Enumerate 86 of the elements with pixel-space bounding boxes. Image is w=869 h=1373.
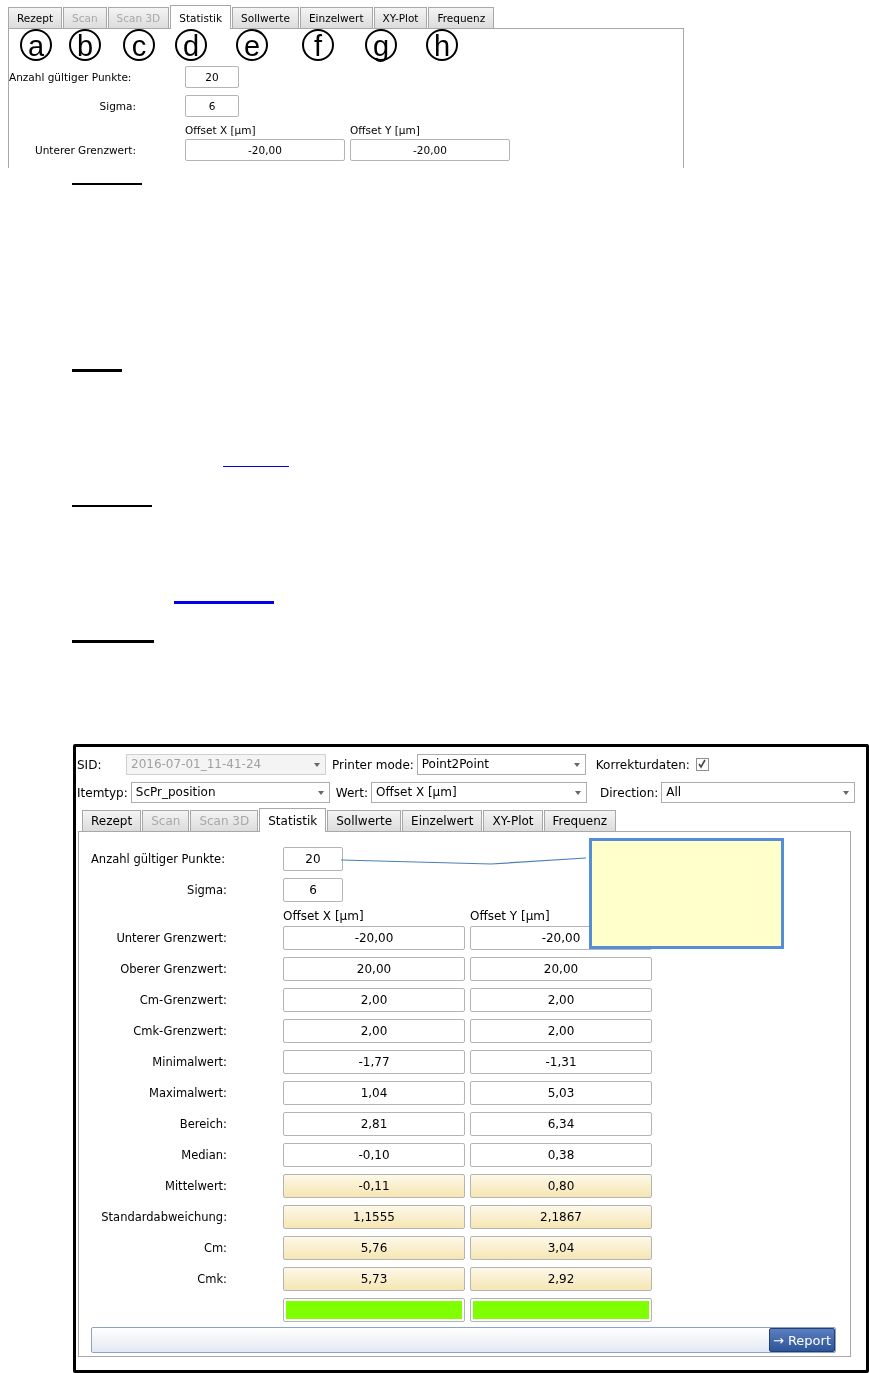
callout-letter: e xyxy=(236,29,268,61)
callout-letter: h xyxy=(426,29,458,61)
tab[interactable]: Einzelwert xyxy=(402,810,483,831)
result-field: 2,1867 xyxy=(470,1205,652,1229)
field-label: Anzahl gültiger Punkte: xyxy=(9,71,133,83)
input-field[interactable]: -0,10 xyxy=(283,1143,465,1167)
field-label: Oberer Grenzwert: xyxy=(119,962,228,976)
caret-icon xyxy=(843,791,850,795)
input-field[interactable]: -1,31 xyxy=(470,1050,652,1074)
callout-letter: d xyxy=(175,29,207,61)
column-header: Offset X [µm] xyxy=(283,909,365,923)
input-field[interactable]: 2,00 xyxy=(283,988,465,1012)
input-field[interactable]: 6,34 xyxy=(470,1112,652,1136)
input-field[interactable]: 20,00 xyxy=(283,957,465,981)
input-field[interactable]: 0,38 xyxy=(470,1143,652,1167)
input-field[interactable]: 20,00 xyxy=(470,957,652,981)
tab[interactable]: Sollwerte xyxy=(327,810,402,831)
field-label: Unterer Grenzwert: xyxy=(34,144,137,156)
field-label: Mittelwert: xyxy=(164,1179,228,1193)
field-label: Cm-Grenzwert: xyxy=(138,993,228,1007)
callout-letter: f xyxy=(302,29,334,61)
input-field[interactable]: 5,03 xyxy=(470,1081,652,1105)
field-label: Cm: xyxy=(202,1241,228,1255)
result-field: 5,76 xyxy=(283,1236,465,1260)
field-label: Unterer Grenzwert: xyxy=(115,931,228,945)
input-field[interactable]: 20 xyxy=(185,66,239,88)
caret-icon xyxy=(575,791,582,795)
tab[interactable]: XY-Plot xyxy=(483,810,543,831)
input-field[interactable]: 2,00 xyxy=(470,988,652,1012)
dropdown[interactable]: Point2Point xyxy=(416,754,586,775)
field-label: Anzahl gültiger Punkte: xyxy=(90,852,227,866)
field-label: SID: xyxy=(77,757,103,772)
input-field[interactable]: 6 xyxy=(185,95,239,117)
result-field: 3,04 xyxy=(470,1236,652,1260)
tab[interactable]: Frequenz xyxy=(428,7,495,28)
field-label: Korrekturdaten: xyxy=(595,757,690,772)
caret-icon xyxy=(314,763,320,767)
input-field[interactable]: 2,00 xyxy=(283,1019,465,1043)
callout-letter: b xyxy=(69,29,101,61)
column-header: Offset Y [µm] xyxy=(350,124,421,136)
result-field: 1,1555 xyxy=(283,1205,465,1229)
caret-icon xyxy=(317,791,324,795)
field-label: Cmk: xyxy=(196,1272,228,1286)
tab[interactable]: Rezept xyxy=(82,810,142,831)
input-field[interactable]: -20,00 xyxy=(185,139,345,161)
field-label: Minimalwert: xyxy=(151,1055,228,1069)
caret-icon xyxy=(573,763,580,767)
tab[interactable]: Statistik xyxy=(259,808,327,832)
input-field[interactable]: -20,00 xyxy=(350,139,510,161)
callout-letter: c xyxy=(123,29,155,61)
field-label: Sigma: xyxy=(98,100,137,112)
field-label: Median: xyxy=(180,1148,228,1162)
field-label: Wert: xyxy=(335,785,369,800)
input-field[interactable]: 6 xyxy=(283,878,343,902)
report-button[interactable]: → Report xyxy=(768,1328,835,1352)
field-label: Standardabweichung: xyxy=(100,1210,228,1224)
result-field: -0,11 xyxy=(283,1174,465,1198)
tab[interactable]: Sollwerte xyxy=(232,7,299,28)
input-field[interactable]: 2,81 xyxy=(283,1112,465,1136)
input-field[interactable]: -1,77 xyxy=(283,1050,465,1074)
result-field: 2,92 xyxy=(470,1267,652,1291)
dropdown[interactable]: ScPr_position xyxy=(130,782,330,803)
tab[interactable]: Frequenz xyxy=(543,810,617,831)
field-label: Sigma: xyxy=(186,883,228,897)
tab[interactable]: Einzelwert xyxy=(299,7,373,28)
field-label: Maximalwert: xyxy=(148,1086,228,1100)
result-field: 5,73 xyxy=(283,1267,465,1291)
tab[interactable]: XY-Plot xyxy=(373,7,428,28)
input-field[interactable]: -20,00 xyxy=(283,926,465,950)
field-label: Cmk-Grenzwert: xyxy=(132,1024,228,1038)
field-label: Direction: xyxy=(600,785,659,800)
field-label: Itemtyp: xyxy=(77,785,128,800)
tab[interactable]: Rezept xyxy=(8,7,63,28)
input-field[interactable]: 2,00 xyxy=(470,1019,652,1043)
result-field: 0,80 xyxy=(470,1174,652,1198)
dropdown[interactable]: All xyxy=(661,782,856,803)
input-field[interactable]: 1,04 xyxy=(283,1081,465,1105)
checkbox[interactable] xyxy=(695,758,709,771)
input-field[interactable]: 20 xyxy=(283,847,343,871)
field-label: Printer mode: xyxy=(332,757,414,772)
tab[interactable]: Statistik xyxy=(170,5,232,29)
column-header: Offset Y [µm] xyxy=(470,909,551,923)
callout-letter: a xyxy=(20,29,52,61)
dropdown[interactable]: Offset X [µm] xyxy=(371,782,588,803)
column-header: Offset X [µm] xyxy=(185,124,257,136)
field-label: Bereich: xyxy=(178,1117,228,1131)
